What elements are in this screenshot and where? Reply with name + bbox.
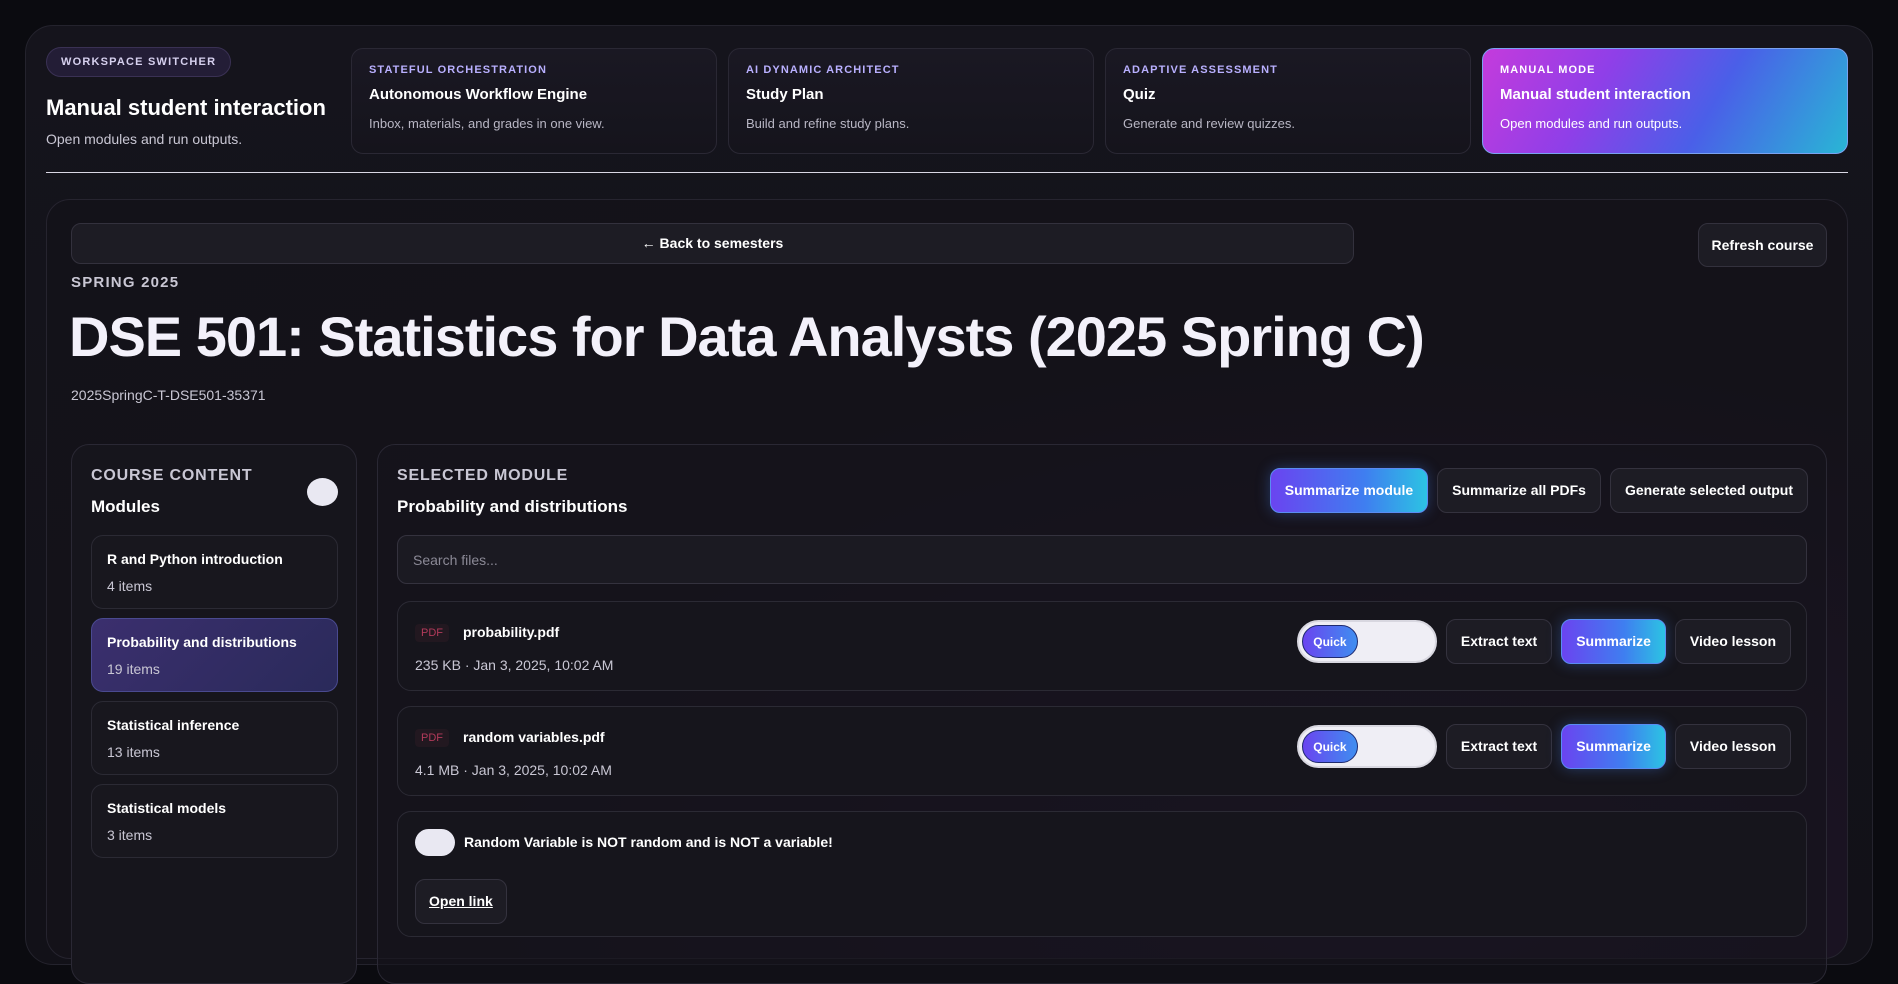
open-link-button[interactable]: Open link [415, 879, 507, 924]
card-title: Autonomous Workflow Engine [369, 86, 588, 103]
quick-mode-knob: Quick [1301, 625, 1358, 658]
card-title: Quiz [1123, 86, 1156, 103]
summarize-module-button[interactable]: Summarize module [1269, 468, 1429, 513]
video-lesson-button[interactable]: Video lesson [1674, 724, 1791, 769]
quick-mode-toggle[interactable]: Quick [1296, 725, 1437, 768]
header-divider [46, 172, 1848, 173]
card-description: Inbox, materials, and grades in one view… [369, 116, 605, 131]
link-item-card: Random Variable is NOT random and is NOT… [397, 811, 1807, 937]
workspace-card-manual-mode[interactable]: MANUAL MODE Manual student interaction O… [1482, 48, 1848, 154]
module-name: Probability and distributions [107, 634, 297, 650]
module-item-r-python[interactable]: R and Python introduction 4 items [91, 535, 338, 609]
workspace-cards: STATEFUL ORCHESTRATION Autonomous Workfl… [351, 48, 1848, 154]
module-count: 19 items [107, 661, 160, 677]
summarize-file-button[interactable]: Summarize [1561, 724, 1666, 769]
module-count: 13 items [107, 744, 160, 760]
pdf-icon: PDF [415, 624, 449, 642]
sidebar-toggle[interactable] [307, 478, 338, 506]
summarize-file-button[interactable]: Summarize [1561, 619, 1666, 664]
module-title: Probability and distributions [397, 497, 628, 516]
workspace-switcher-pill: WORKSPACE SWITCHER [46, 47, 232, 77]
module-item-probability[interactable]: Probability and distributions 19 items [91, 618, 338, 692]
card-kicker: MANUAL MODE [1500, 64, 1596, 76]
module-count: 4 items [107, 578, 153, 594]
semester-label: SPRING 2025 [71, 274, 180, 291]
refresh-course-button[interactable]: Refresh course [1698, 223, 1827, 267]
file-actions: Quick Extract text Summarize Video lesso… [1296, 724, 1791, 769]
course-content-sidebar: COURSE CONTENT Modules R and Python intr… [71, 444, 357, 984]
link-item-title: Random Variable is NOT random and is NOT… [464, 834, 833, 850]
module-actions: Summarize module Summarize all PDFs Gene… [1269, 468, 1808, 513]
file-name: probability.pdf [463, 624, 560, 640]
generate-selected-output-button[interactable]: Generate selected output [1609, 468, 1808, 513]
module-name: Statistical models [107, 800, 227, 816]
module-item-inference[interactable]: Statistical inference 13 items [91, 701, 338, 775]
module-name: Statistical inference [107, 717, 240, 733]
workspace-card-quiz[interactable]: ADAPTIVE ASSESSMENT Quiz Generate and re… [1105, 48, 1471, 154]
card-kicker: STATEFUL ORCHESTRATION [369, 64, 547, 76]
extract-text-button[interactable]: Extract text [1445, 619, 1553, 664]
file-name: random variables.pdf [463, 729, 605, 745]
course-panel: ← Back to semesters Refresh course SPRIN… [46, 199, 1848, 984]
search-files-input[interactable] [397, 535, 1807, 584]
pdf-icon: PDF [415, 729, 449, 747]
module-kicker: SELECTED MODULE [397, 467, 569, 484]
course-code: 2025SpringC-T-DSE501-35371 [71, 387, 266, 403]
card-kicker: AI DYNAMIC ARCHITECT [746, 64, 900, 76]
summarize-all-pdfs-button[interactable]: Summarize all PDFs [1437, 468, 1601, 513]
workspace-title: Manual student interaction [46, 95, 326, 120]
module-item-models[interactable]: Statistical models 3 items [91, 784, 338, 858]
workspace-card-workflow-engine[interactable]: STATEFUL ORCHESTRATION Autonomous Workfl… [351, 48, 717, 154]
workspace-card-study-plan[interactable]: AI DYNAMIC ARCHITECT Study Plan Build an… [728, 48, 1094, 154]
module-list: R and Python introduction 4 items Probab… [91, 535, 338, 867]
selected-module-panel: SELECTED MODULE Probability and distribu… [377, 444, 1827, 984]
card-description: Open modules and run outputs. [1500, 116, 1683, 131]
card-kicker: ADAPTIVE ASSESSMENT [1123, 64, 1278, 76]
module-name: R and Python introduction [107, 551, 283, 567]
file-meta: 4.1 MB · Jan 3, 2025, 10:02 AM [415, 762, 612, 778]
card-description: Build and refine study plans. [746, 116, 910, 131]
quick-mode-toggle[interactable]: Quick [1296, 620, 1437, 663]
course-title: DSE 501: Statistics for Data Analysts (2… [69, 305, 1425, 368]
file-meta: 235 KB · Jan 3, 2025, 10:02 AM [415, 657, 614, 673]
module-count: 3 items [107, 827, 153, 843]
video-lesson-button[interactable]: Video lesson [1674, 619, 1791, 664]
extract-text-button[interactable]: Extract text [1445, 724, 1553, 769]
link-item-toggle[interactable] [415, 829, 455, 856]
card-title: Study Plan [746, 86, 824, 103]
back-to-semesters-button[interactable]: ← Back to semesters [71, 223, 1354, 264]
sidebar-kicker: COURSE CONTENT [91, 467, 253, 484]
card-title: Manual student interaction [1500, 86, 1691, 103]
file-row: PDF random variables.pdf 4.1 MB · Jan 3,… [397, 706, 1807, 796]
file-actions: Quick Extract text Summarize Video lesso… [1296, 619, 1791, 664]
workspace-header: WORKSPACE SWITCHER Manual student intera… [46, 47, 336, 147]
card-description: Generate and review quizzes. [1123, 116, 1295, 131]
quick-mode-knob: Quick [1301, 730, 1358, 763]
sidebar-title: Modules [91, 497, 160, 516]
file-row: PDF probability.pdf 235 KB · Jan 3, 2025… [397, 601, 1807, 691]
workspace-subtitle: Open modules and run outputs. [46, 131, 243, 147]
